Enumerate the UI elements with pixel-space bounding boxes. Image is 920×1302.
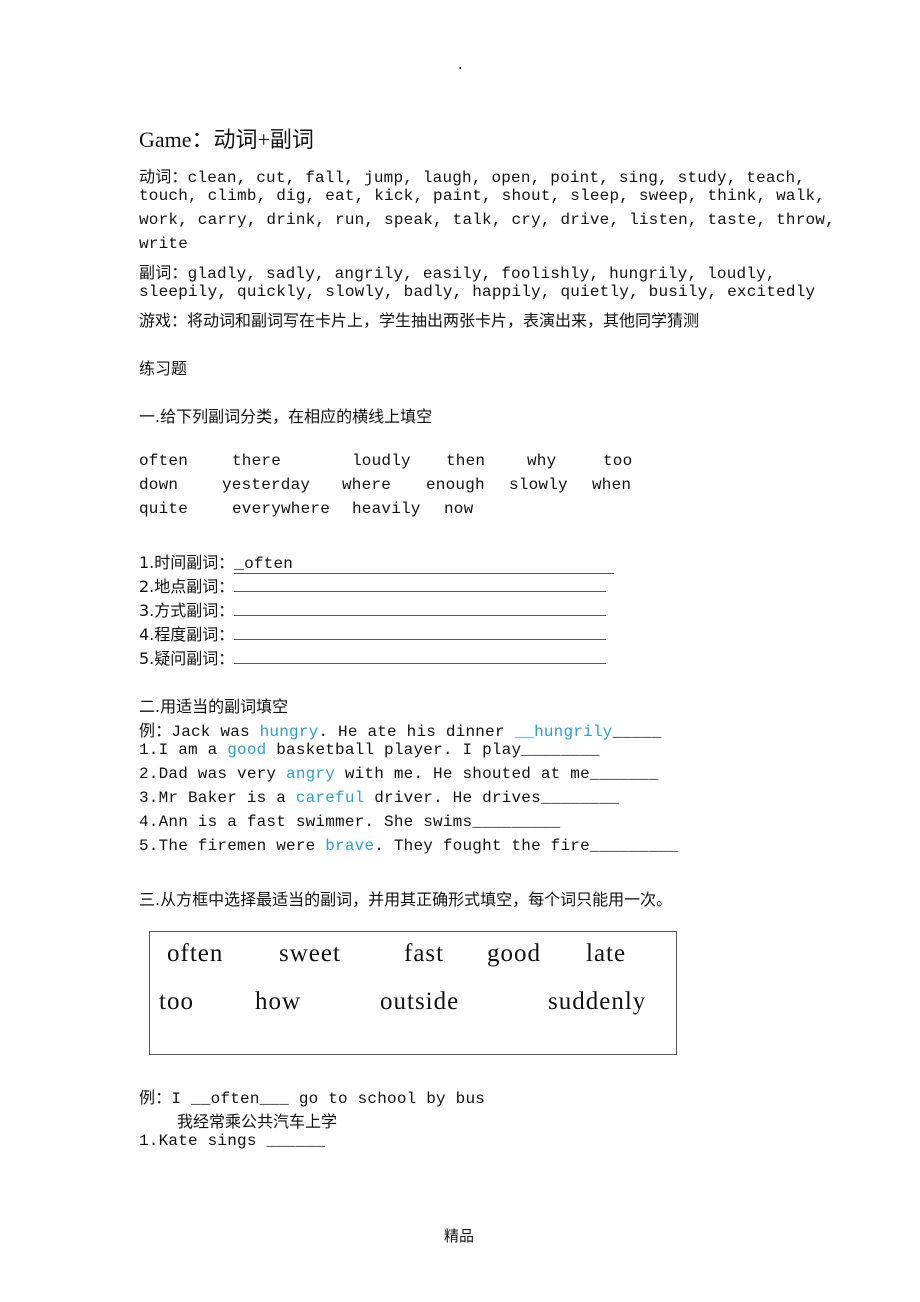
adjective-highlight: careful [295,789,365,807]
example-middle: . He ate his dinner [318,723,515,741]
adverb-word: yesterday [222,476,311,494]
category-row: 1.时间副词：_often [139,549,615,574]
adverb-word: slowly [509,476,568,494]
category-row: 5.疑问副词： [139,645,607,669]
adverb-word: too [603,452,633,470]
adverb-word: when [592,476,632,494]
adjective-highlight: brave [325,837,375,855]
adverb-word: there [232,452,282,470]
answer-blank[interactable]: _________ [590,837,678,855]
exercise-item: 1.I am a good basketball player. I play_… [139,741,600,759]
item-text: 3.Mr Baker is a [139,789,296,807]
section2-title: 二.用适当的副词填空 [139,697,289,716]
answer-blank[interactable]: ________ [541,789,619,807]
box-word: outside [380,988,460,1015]
item-text: 1.I am a [139,741,228,759]
box-word: too [159,988,194,1015]
word-box: often sweet fast good late too how outsi… [149,931,677,1055]
answer-blank[interactable]: _________ [472,813,560,831]
adjective-highlight: good [227,741,267,759]
box-word: often [167,940,224,967]
category-answer[interactable] [234,623,607,640]
header-dot: . [456,58,465,74]
adverb-word: why [527,452,557,470]
verbs-text: clean, cut, fall, jump, laugh, open, poi… [187,169,806,187]
section3-example-translation: 我经常乘公共汽车上学 [177,1112,338,1131]
category-answer[interactable] [234,575,607,592]
category-row: 2.地点副词： [139,573,607,597]
item-blank[interactable]: ______ [266,1132,325,1150]
section3-item: 1.Kate sings ______ [139,1132,325,1150]
item-text: 5.The firemen were [139,837,326,855]
adverbs-label: 副词： [139,263,188,282]
adverb-word: now [444,500,474,518]
adverb-word: loudly [352,452,411,470]
adverb-word: heavily [352,500,421,518]
footer-label: 精品 [444,1227,475,1245]
item-text: with me. He shouted at me [335,765,590,783]
section3-title: 三.从方框中选择最适当的副词，并用其正确形式填空，每个词只能用一次。 [139,890,673,909]
adverbs-text: gladly, sadly, angrily, easily, foolishl… [187,265,776,283]
section2-example: 例：Jack was hungry. He ate his dinner __h… [139,717,662,741]
category-answer[interactable]: _often [234,555,615,574]
adverb-word: down [139,476,179,494]
adverbs-line-2: sleepily, quickly, slowly, badly, happil… [139,283,816,301]
category-row: 4.程度副词： [139,621,607,645]
answer-blank[interactable]: _______ [590,765,659,783]
verbs-line-2: touch, climb, dig, eat, kick, paint, sho… [139,187,826,205]
example-answer: __hungrily [514,723,613,741]
box-word: fast [404,940,445,967]
verbs-label: 动词： [139,167,188,186]
verbs-line-4: write [139,235,189,253]
box-word: good [487,940,541,967]
example-adjective: hungry [259,723,319,741]
item-text: 4.Ann is a fast swimmer. She swims [139,813,473,831]
page-title: Game：动词+副词 [139,127,314,152]
item-text: basketball player. I play [266,741,522,759]
category-label: 3.方式副词： [139,601,235,620]
adverb-word: often [139,452,189,470]
box-word: suddenly [548,988,647,1015]
item-text: 1.Kate sings [139,1132,267,1150]
box-word: how [255,988,302,1015]
category-row: 3.方式副词： [139,597,607,621]
adverb-word: quite [139,500,189,518]
item-text: driver. He drives [364,789,541,807]
category-label: 5.疑问副词： [139,649,235,668]
category-label: 2.地点副词： [139,577,235,596]
verbs-line-3: work, carry, drink, run, speak, talk, cr… [139,211,835,229]
adjective-highlight: angry [286,765,336,783]
adverb-word: where [342,476,392,494]
item-text: . They fought the fire [374,837,590,855]
adverb-word: then [446,452,486,470]
example-prefix: 例：Jack was [139,723,260,741]
exercise-item: 3.Mr Baker is a careful driver. He drive… [139,789,619,807]
exercise-item: 4.Ann is a fast swimmer. She swims______… [139,813,560,831]
adverb-word: enough [426,476,485,494]
exercise-item: 5.The firemen were brave. They fought th… [139,837,678,855]
adverbs-line-1: 副词：gladly, sadly, angrily, easily, fooli… [139,259,776,283]
box-word: sweet [279,940,341,967]
example-blank: _____ [612,723,662,741]
item-text: 2.Dad was very [139,765,287,783]
category-answer[interactable] [234,647,607,664]
game-rule: 游戏：将动词和副词写在卡片上，学生抽出两张卡片，表演出来，其他同学猜测 [139,311,700,330]
category-label: 4.程度副词： [139,625,235,644]
section1-title: 一.给下列副词分类，在相应的横线上填空 [139,407,433,426]
box-word: late [586,940,627,967]
answer-blank[interactable]: ________ [521,741,599,759]
category-answer[interactable] [234,599,607,616]
exercises-title: 练习题 [139,359,188,378]
adverb-word: everywhere [232,500,331,518]
section3-example: 例：I __often___ go to school by bus [139,1090,486,1108]
verbs-line-1: 动词：clean, cut, fall, jump, laugh, open, … [139,163,805,187]
exercise-item: 2.Dad was very angry with me. He shouted… [139,765,659,783]
category-label: 1.时间副词： [139,553,235,572]
